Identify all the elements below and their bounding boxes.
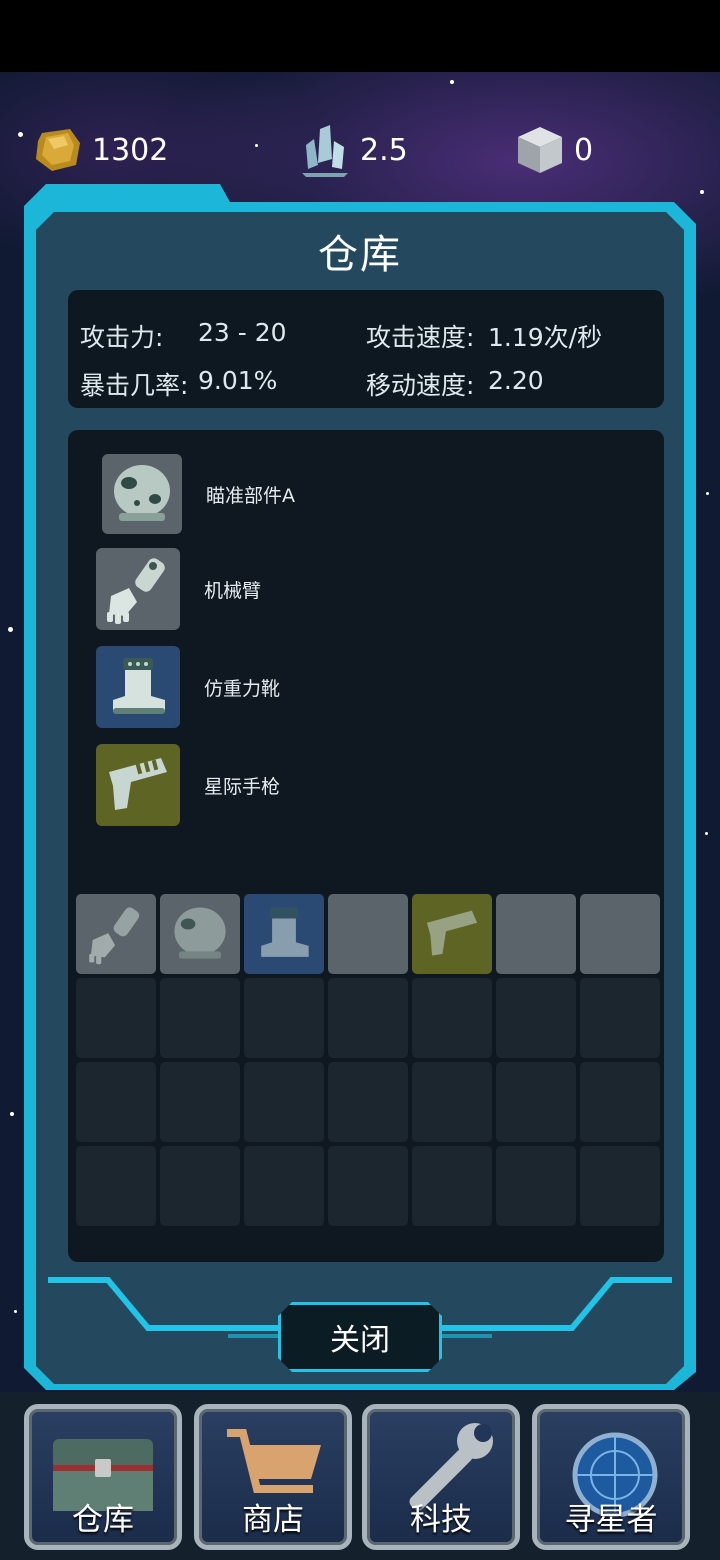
inventory-slot[interactable]	[580, 894, 660, 974]
nav-warehouse-button[interactable]: 仓库	[24, 1404, 182, 1550]
nav-tech-button[interactable]: 科技	[362, 1404, 520, 1550]
inventory-slot[interactable]	[76, 894, 156, 974]
mech-arm-icon	[96, 548, 180, 630]
gold-value: 1302	[92, 132, 169, 168]
inventory-slot[interactable]	[160, 1146, 240, 1226]
inventory-slot[interactable]	[160, 894, 240, 974]
equipped-item-label: 机械臂	[204, 579, 262, 602]
equipped-item[interactable]: 瞄准部件A	[102, 454, 295, 534]
inventory-slot[interactable]	[160, 978, 240, 1058]
gold-counter: 1302	[34, 120, 168, 180]
inventory-slot[interactable]	[580, 978, 660, 1058]
attack-speed-label: 攻击速度:	[366, 323, 475, 352]
inventory-slot[interactable]	[244, 1062, 324, 1142]
equipped-item-label: 仿重力靴	[204, 677, 281, 700]
equipped-item[interactable]: 机械臂	[96, 548, 261, 630]
helmet-icon	[102, 454, 182, 534]
mech-arm-icon	[89, 907, 140, 965]
crystal-icon	[302, 125, 348, 177]
inventory-slot[interactable]	[580, 1062, 660, 1142]
inventory-slot[interactable]	[412, 894, 492, 974]
crystal-value: 2.5	[360, 132, 408, 168]
pistol-icon	[96, 744, 180, 826]
crystal-counter: 2.5	[300, 120, 408, 180]
gold-ore-icon	[36, 129, 80, 171]
inventory-slot[interactable]	[412, 1062, 492, 1142]
inventory-slot[interactable]	[496, 1146, 576, 1226]
inventory-grid	[76, 894, 660, 1226]
equipped-item[interactable]: 星际手枪	[96, 744, 280, 826]
equipped-item-label: 瞄准部件A	[206, 484, 295, 507]
inventory-slot[interactable]	[328, 1062, 408, 1142]
move-speed-value: 2.20	[488, 366, 544, 395]
move-speed-label: 移动速度:	[366, 371, 475, 400]
nav-label: 商店	[242, 1502, 304, 1538]
nav-label: 寻星者	[564, 1502, 658, 1538]
cube-counter: 0	[516, 120, 593, 180]
inventory-slot[interactable]	[496, 978, 576, 1058]
nav-seeker-button[interactable]: 寻星者	[532, 1404, 690, 1550]
inventory-slot[interactable]	[160, 1062, 240, 1142]
pistol-icon	[426, 910, 478, 956]
nav-shop-button[interactable]: 商店	[194, 1404, 352, 1550]
crit-label: 暴击几率:	[80, 371, 189, 400]
inventory-slot[interactable]	[76, 1062, 156, 1142]
inventory-slot[interactable]	[244, 894, 324, 974]
close-button[interactable]: 关闭	[278, 1302, 442, 1372]
equipped-item[interactable]: 仿重力靴	[96, 646, 280, 728]
panel-title: 仓库	[318, 232, 402, 278]
cube-value: 0	[574, 132, 594, 168]
stats-box: 攻击力: 23 - 20 攻击速度: 1.19次/秒 暴击几率: 9.01% 移…	[68, 290, 664, 408]
inventory-slot[interactable]	[496, 894, 576, 974]
inventory-slot[interactable]	[244, 1146, 324, 1226]
helmet-icon	[174, 907, 226, 959]
inventory-slot[interactable]	[580, 1146, 660, 1226]
inventory-slot[interactable]	[244, 978, 324, 1058]
attack-label: 攻击力:	[80, 323, 164, 352]
crit-value: 9.01%	[198, 366, 278, 395]
inventory-slot[interactable]	[76, 978, 156, 1058]
inventory-slot[interactable]	[328, 1146, 408, 1226]
status-bar	[0, 0, 720, 72]
boot-icon	[261, 907, 309, 957]
inventory-slot[interactable]	[328, 978, 408, 1058]
metal-cube-icon	[518, 127, 562, 173]
attack-speed-value: 1.19次/秒	[488, 323, 603, 352]
inventory-slot[interactable]	[328, 894, 408, 974]
inventory-slot[interactable]	[496, 1062, 576, 1142]
equipped-item-label: 星际手枪	[204, 775, 281, 798]
nav-label: 仓库	[72, 1502, 134, 1538]
inventory-slot[interactable]	[412, 1146, 492, 1226]
inventory-slot[interactable]	[412, 978, 492, 1058]
boot-icon	[96, 646, 180, 728]
inventory-slot[interactable]	[76, 1146, 156, 1226]
nav-label: 科技	[410, 1502, 472, 1538]
attack-value: 23 - 20	[198, 318, 287, 347]
